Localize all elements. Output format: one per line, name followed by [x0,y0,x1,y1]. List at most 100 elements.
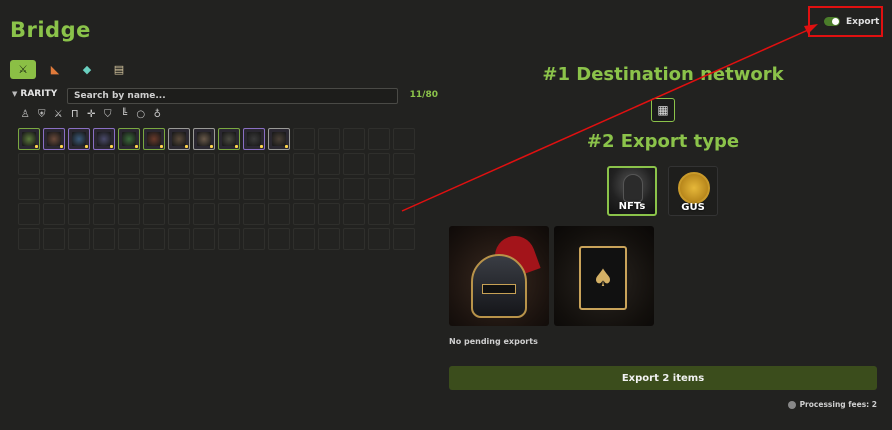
selected-nft-card[interactable]: ♠ [554,226,654,326]
empty-slot[interactable] [93,228,115,250]
empty-slot[interactable] [268,178,290,200]
empty-slot[interactable] [293,203,315,225]
empty-slot[interactable] [18,178,40,200]
empty-slot[interactable] [168,153,190,175]
knight-item[interactable] [218,128,240,150]
amulet-icon[interactable]: ♁ [149,108,166,121]
empty-slot[interactable] [393,203,415,225]
empty-slot[interactable] [193,153,215,175]
empty-slot[interactable] [68,178,90,200]
empty-slot[interactable] [318,203,340,225]
empty-slot[interactable] [318,228,340,250]
empty-slot[interactable] [393,153,415,175]
empty-slot[interactable] [243,203,265,225]
empty-slot[interactable] [18,203,40,225]
empty-slot[interactable] [218,178,240,200]
empty-slot[interactable] [268,153,290,175]
empty-slot[interactable] [243,178,265,200]
export-button[interactable]: Export 2 items [449,366,877,390]
empty-slot[interactable] [93,153,115,175]
armor-icon[interactable]: ⛨ [34,108,51,121]
export-type-nfts[interactable]: NFTs [607,166,657,216]
empty-slot[interactable] [143,228,165,250]
empty-slot[interactable] [68,153,90,175]
empty-slot[interactable] [18,153,40,175]
empty-slot[interactable] [118,178,140,200]
destination-network-button[interactable]: ▦ [651,98,675,122]
empty-slot[interactable] [343,178,365,200]
armor-item[interactable] [43,128,65,150]
empty-slot[interactable] [118,228,140,250]
empty-slot[interactable] [143,153,165,175]
tab-scrolls[interactable]: ▤ [106,60,132,79]
empty-slot[interactable] [218,203,240,225]
empty-slot[interactable] [368,128,390,150]
cross-icon[interactable]: ✛ [83,108,100,121]
empty-slot[interactable] [293,178,315,200]
empty-slot[interactable] [318,128,340,150]
empty-slot[interactable] [343,153,365,175]
empty-slot[interactable] [393,228,415,250]
empty-slot[interactable] [43,203,65,225]
empty-slot[interactable] [168,203,190,225]
empty-slot[interactable] [243,153,265,175]
empty-slot[interactable] [143,203,165,225]
empty-slot[interactable] [293,153,315,175]
empty-slot[interactable] [18,228,40,250]
selected-nft-helmet[interactable] [449,226,549,326]
boots-icon[interactable]: ╚ [116,108,133,121]
shield-icon[interactable]: ⛉ [100,108,117,121]
empty-slot[interactable] [218,153,240,175]
empty-slot[interactable] [43,178,65,200]
empty-slot[interactable] [343,128,365,150]
bow-item[interactable] [168,128,190,150]
empty-slot[interactable] [118,203,140,225]
empty-slot[interactable] [268,203,290,225]
ring-icon[interactable]: ○ [133,108,150,121]
empty-slot[interactable] [168,178,190,200]
pants-icon[interactable]: Π [67,108,84,121]
empty-slot[interactable] [368,228,390,250]
empty-slot[interactable] [318,153,340,175]
helmet-icon[interactable]: ♙ [17,108,34,121]
empty-slot[interactable] [68,203,90,225]
empty-slot[interactable] [193,203,215,225]
rarity-dropdown[interactable]: ▼ RARITY [12,89,57,99]
empty-slot[interactable] [293,228,315,250]
tab-gems[interactable]: ◆ [74,60,100,79]
empty-slot[interactable] [193,178,215,200]
dagger-item[interactable] [68,128,90,150]
helm-item[interactable] [143,128,165,150]
tab-axes[interactable]: ◣ [42,60,68,79]
empty-slot[interactable] [318,178,340,200]
empty-slot[interactable] [43,228,65,250]
search-input[interactable] [67,88,398,104]
export-type-gus[interactable]: GUS [668,166,718,216]
empty-slot[interactable] [218,228,240,250]
export-toggle[interactable] [824,17,840,26]
empty-slot[interactable] [343,203,365,225]
empty-slot[interactable] [293,128,315,150]
empty-slot[interactable] [368,178,390,200]
sword-icon[interactable]: ⚔ [50,108,67,121]
empty-slot[interactable] [168,228,190,250]
empty-slot[interactable] [343,228,365,250]
empty-slot[interactable] [93,203,115,225]
orb-item[interactable] [93,128,115,150]
empty-slot[interactable] [368,203,390,225]
staff-item[interactable] [193,128,215,150]
empty-slot[interactable] [143,178,165,200]
empty-slot[interactable] [268,228,290,250]
empty-slot[interactable] [193,228,215,250]
emerald-item[interactable] [118,128,140,150]
empty-slot[interactable] [118,153,140,175]
empty-slot[interactable] [393,178,415,200]
empty-slot[interactable] [93,178,115,200]
empty-slot[interactable] [43,153,65,175]
empty-slot[interactable] [368,153,390,175]
empty-slot[interactable] [393,128,415,150]
wand-item[interactable] [243,128,265,150]
empty-slot[interactable] [68,228,90,250]
bow2-item[interactable] [268,128,290,150]
tab-weapons[interactable]: ⚔ [10,60,36,79]
